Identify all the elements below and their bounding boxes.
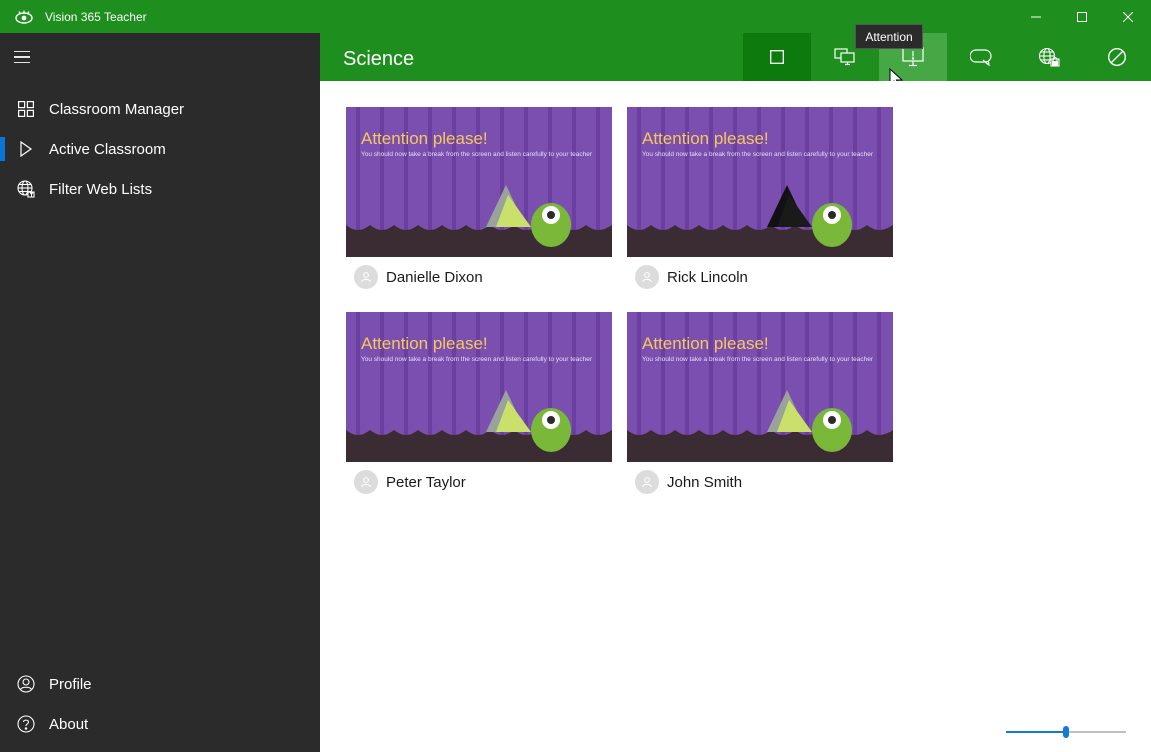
share-screen-icon <box>834 48 855 66</box>
person-icon <box>642 477 652 488</box>
slide-title: Attention please! <box>361 129 488 148</box>
slider-fill <box>1006 731 1066 733</box>
student-card[interactable]: Attention please! You should now take a … <box>627 107 893 297</box>
page-title: Science <box>343 48 415 70</box>
class-header: Science <box>320 33 1151 81</box>
avatar <box>354 470 378 494</box>
window-title: Vision 365 Teacher <box>45 9 147 24</box>
maximize-button[interactable] <box>1059 0 1105 33</box>
web-lock-icon <box>1038 47 1060 67</box>
eye-logo-icon <box>13 9 35 25</box>
close-icon <box>1123 11 1133 22</box>
web-lock-button[interactable] <box>1015 33 1083 81</box>
grid-icon <box>16 99 36 119</box>
student-name: John Smith <box>667 473 743 491</box>
sidebar-item-label: Filter Web Lists <box>49 180 153 198</box>
person-icon <box>361 477 371 488</box>
block-screen-button[interactable] <box>1083 33 1151 81</box>
close-button[interactable] <box>1105 0 1151 33</box>
attention-icon <box>902 47 924 67</box>
slide-title: Attention please! <box>642 129 769 148</box>
avatar <box>354 265 378 289</box>
avatar <box>635 265 659 289</box>
thumbnails-view-button[interactable] <box>743 33 811 81</box>
globe-filter-icon <box>16 179 36 199</box>
student-grid: Attention please! You should now take a … <box>320 81 1150 751</box>
student-label: Danielle Dixon <box>354 265 483 289</box>
help-icon <box>16 714 36 734</box>
sidebar-item-about[interactable]: About <box>0 704 320 744</box>
chat-button[interactable] <box>947 33 1015 81</box>
student-card[interactable]: Attention please! You should now take a … <box>346 107 612 297</box>
person-icon <box>642 272 652 283</box>
student-card[interactable]: Attention please! You should now take a … <box>627 312 893 502</box>
person-icon <box>16 674 36 694</box>
avatar <box>635 470 659 494</box>
student-name: Danielle Dixon <box>386 268 483 286</box>
slide-subtitle: You should now take a break from the scr… <box>642 151 874 158</box>
student-card[interactable]: Attention please! You should now take a … <box>346 312 612 502</box>
slide-title: Attention please! <box>642 334 769 353</box>
student-name: Peter Taylor <box>386 473 466 491</box>
slide-subtitle: You should now take a break from the scr… <box>361 356 593 363</box>
slide-title: Attention please! <box>361 334 488 353</box>
window-controls <box>1013 0 1151 33</box>
person-icon <box>361 272 371 283</box>
minimize-button[interactable] <box>1013 0 1059 33</box>
minimize-icon <box>1031 16 1041 17</box>
thumbnails-icon <box>770 50 784 64</box>
sidebar: Classroom Manager Active Classroom Filte… <box>0 33 320 752</box>
title-bar: Vision 365 Teacher <box>0 0 1151 33</box>
screen-thumbnail[interactable]: Attention please! You should now take a … <box>627 312 893 462</box>
screen-thumbnail[interactable]: Attention please! You should now take a … <box>346 107 612 257</box>
slider-thumb[interactable] <box>1063 726 1069 738</box>
screen-thumbnail[interactable]: Attention please! You should now take a … <box>346 312 612 462</box>
sidebar-item-classroom-manager[interactable]: Classroom Manager <box>0 89 320 129</box>
block-icon <box>1107 47 1127 67</box>
sidebar-item-active-classroom[interactable]: Active Classroom <box>0 129 320 169</box>
play-icon <box>16 139 36 159</box>
maximize-icon <box>1077 11 1087 22</box>
student-label: Peter Taylor <box>354 470 466 494</box>
slide-subtitle: You should now take a break from the scr… <box>642 356 874 363</box>
sidebar-item-label: Classroom Manager <box>49 100 185 118</box>
screen-thumbnail[interactable]: Attention please! You should now take a … <box>627 107 893 257</box>
student-label: John Smith <box>635 470 742 494</box>
chat-icon <box>970 49 992 66</box>
sidebar-item-profile[interactable]: Profile <box>0 664 320 704</box>
sidebar-item-label: Active Classroom <box>49 140 166 158</box>
sidebar-item-filter-web-lists[interactable]: Filter Web Lists <box>0 169 320 209</box>
zoom-slider[interactable] <box>1006 722 1126 742</box>
hamburger-menu-button[interactable] <box>14 47 36 67</box>
active-indicator <box>0 137 5 161</box>
student-label: Rick Lincoln <box>635 265 748 289</box>
sidebar-item-label: About <box>49 715 89 733</box>
sidebar-item-label: Profile <box>49 675 92 693</box>
student-name: Rick Lincoln <box>667 268 748 286</box>
slide-subtitle: You should now take a break from the scr… <box>361 151 593 158</box>
tooltip: Attention <box>855 24 923 49</box>
